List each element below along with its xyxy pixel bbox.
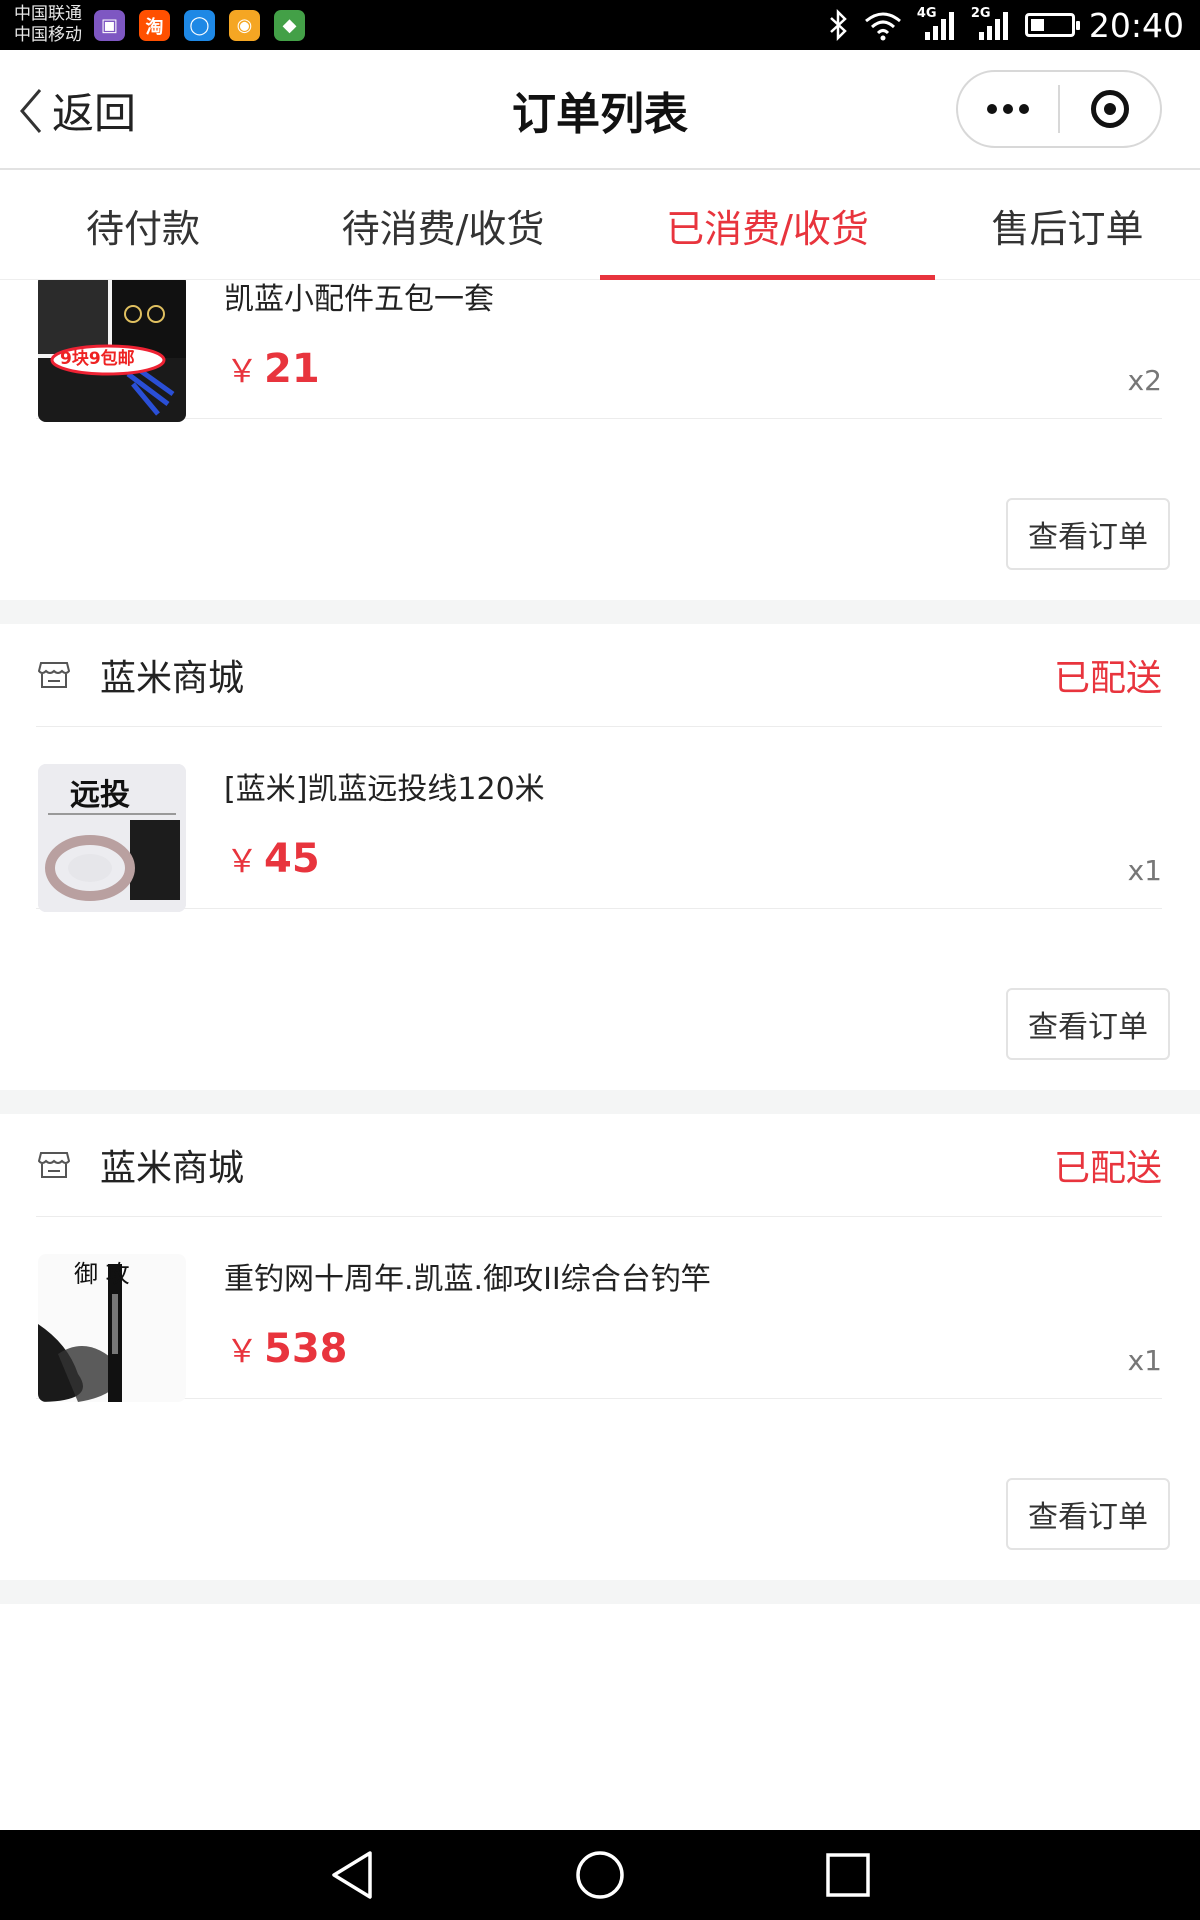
target-icon — [1091, 90, 1129, 128]
shop-app-icon: ◉ — [229, 10, 260, 41]
wifi-icon — [864, 12, 901, 41]
shop-name: 蓝米商城 — [100, 1148, 245, 1189]
net-4g-label: 4G — [916, 6, 937, 21]
price-value: 538 — [264, 1326, 348, 1372]
triangle-back-icon — [332, 1851, 372, 1899]
tab-pending-delivery[interactable]: 待消费/收货 — [286, 170, 600, 280]
clock: 20:40 — [1088, 5, 1184, 45]
order-separator — [0, 1580, 1200, 1604]
product-name: 重钓网十周年.凯蓝.御攻II综合台钓竿 — [224, 1262, 711, 1297]
product-row[interactable]: 远投 [蓝米]凯蓝远投线120米 ￥ 45 x1 — [36, 726, 1162, 912]
product-name: [蓝米]凯蓝远投线120米 — [224, 772, 545, 807]
price-value: 21 — [264, 346, 320, 392]
signal-2g-icon: 2G — [970, 6, 1011, 42]
thumb-promo-text: 9块9包邮 — [60, 349, 135, 369]
signal-4g-icon: 4G — [916, 6, 957, 42]
thumb-brand-text: 御 攻 — [74, 1260, 130, 1288]
price-value: 45 — [264, 836, 320, 882]
more-dots-icon — [987, 104, 1029, 114]
product-name: 凯蓝小配件五包一套 — [224, 282, 494, 317]
currency-symbol: ￥ — [226, 352, 259, 390]
navigation-bar: 返回 订单列表 — [0, 50, 1200, 170]
battery-icon — [1024, 13, 1080, 37]
tab-delivered[interactable]: 已消费/收货 — [600, 170, 935, 280]
square-recents-icon — [826, 1853, 870, 1897]
taobao-app-icon: 淘 — [139, 10, 170, 41]
order-separator — [0, 1090, 1200, 1114]
product-row[interactable]: 御 攻 重钓网十周年.凯蓝.御攻II综合台钓竿 ￥ 538 x1 — [36, 1216, 1162, 1402]
shop-name: 蓝米商城 — [100, 658, 245, 699]
system-recents-button[interactable] — [724, 1851, 972, 1899]
order-separator — [0, 600, 1200, 624]
order-list: 9块9包邮 凯蓝小配件五包一套 ￥ 21 x2 查看订单 蓝米商城 已配送 远投… — [0, 280, 1200, 1830]
tab-after-sales[interactable]: 售后订单 — [935, 170, 1200, 280]
circle-home-icon — [576, 1851, 624, 1899]
more-button[interactable] — [958, 72, 1058, 146]
product-price: ￥ 21 — [226, 346, 320, 392]
carrier-info: 中国联通 中国移动 — [14, 4, 82, 46]
order-actions: 查看订单 — [0, 954, 1200, 1090]
miniprogram-capsule — [956, 70, 1162, 148]
bluetooth-icon — [830, 9, 847, 41]
product-quantity: x2 — [1127, 364, 1162, 397]
order-actions: 查看订单 — [0, 1444, 1200, 1580]
order-tabs: 待付款 待消费/收货 已消费/收货 售后订单 — [0, 170, 1200, 280]
net-2g-label: 2G — [970, 6, 991, 21]
close-miniprogram-button[interactable] — [1060, 72, 1160, 146]
product-quantity: x1 — [1127, 1344, 1162, 1377]
gallery-app-icon: ▣ — [94, 10, 125, 41]
view-order-button[interactable]: 查看订单 — [1006, 1478, 1170, 1550]
system-home-button[interactable] — [476, 1849, 724, 1901]
product-price: ￥ 538 — [226, 1326, 348, 1372]
store-icon — [38, 662, 70, 688]
security-app-icon: ◆ — [274, 10, 305, 41]
status-bar: 中国联通 中国移动 ▣ 淘 ◯ ◉ ◆ 4G 2G 20:40 — [0, 0, 1200, 50]
shop-header[interactable]: 蓝米商城 已配送 — [36, 624, 1162, 727]
system-back-button[interactable] — [228, 1849, 476, 1901]
order-status: 已配送 — [1053, 658, 1162, 699]
order-actions: 查看订单 — [0, 464, 1200, 600]
view-order-button[interactable]: 查看订单 — [1006, 988, 1170, 1060]
notification-icons: ▣ 淘 ◯ ◉ ◆ — [94, 10, 305, 41]
order-status: 已配送 — [1053, 1148, 1162, 1189]
currency-symbol: ￥ — [226, 1332, 259, 1370]
shop-header[interactable]: 蓝米商城 已配送 — [36, 1114, 1162, 1217]
product-row[interactable]: 9块9包邮 凯蓝小配件五包一套 ￥ 21 x2 — [36, 280, 1162, 422]
tab-pending-payment[interactable]: 待付款 — [0, 170, 286, 280]
view-order-button[interactable]: 查看订单 — [1006, 498, 1170, 570]
carrier-1: 中国联通 — [14, 4, 82, 24]
carrier-2: 中国移动 — [14, 25, 82, 45]
browser-app-icon: ◯ — [184, 10, 215, 41]
store-icon — [38, 1152, 70, 1178]
product-price: ￥ 45 — [226, 836, 320, 882]
thumb-brand-text: 远投 — [70, 778, 130, 813]
system-navigation-bar — [0, 1830, 1200, 1920]
currency-symbol: ￥ — [226, 842, 259, 880]
product-quantity: x1 — [1127, 854, 1162, 887]
